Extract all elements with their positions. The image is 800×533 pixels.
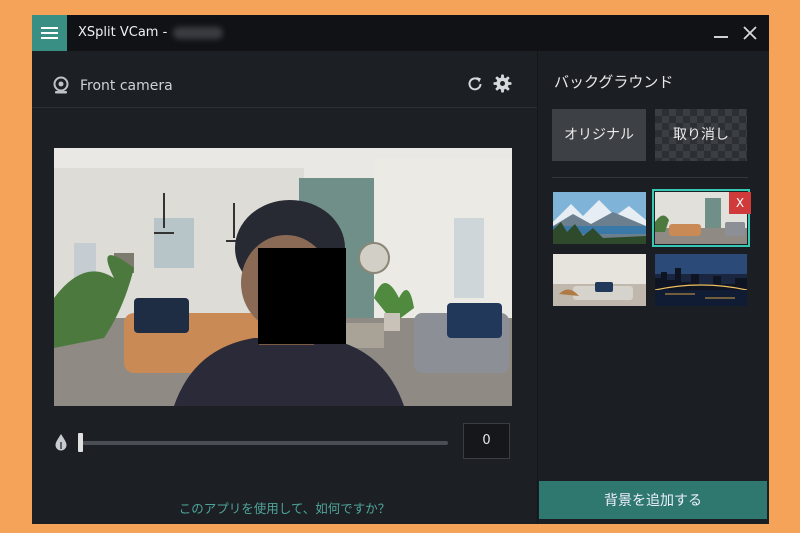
window-title-text: XSplit VCam - (78, 25, 168, 40)
hamburger-icon (41, 27, 58, 29)
minimize-button[interactable] (714, 36, 728, 38)
refresh-icon[interactable] (466, 75, 484, 93)
background-panel: バックグラウンド オリジナル 取り消し X 背景を追加する (537, 51, 769, 524)
menu-button[interactable] (32, 15, 67, 51)
close-icon[interactable] (740, 23, 760, 43)
blur-drop-icon (55, 434, 67, 451)
redacted-account (173, 26, 224, 39)
add-background-button[interactable]: 背景を追加する (539, 481, 767, 519)
background-thumbnail-city-night-bridge[interactable] (655, 254, 747, 306)
remove-background-button[interactable]: X (729, 192, 751, 214)
blur-value-input[interactable] (463, 423, 510, 459)
background-thumbnail-mountain-lake[interactable] (553, 192, 646, 244)
blur-slider-handle[interactable] (78, 433, 83, 452)
preview-image (54, 148, 512, 406)
app-window: XSplit VCam - Front camera 0 このアプリを使用して、… (32, 15, 769, 524)
window-title: XSplit VCam - (78, 25, 224, 40)
blur-slider-row (32, 423, 537, 463)
background-title: バックグラウンド (554, 73, 674, 91)
gear-icon[interactable] (493, 74, 512, 93)
background-thumbnail-living-room-sofa[interactable] (553, 254, 646, 306)
camera-preview (54, 148, 512, 406)
original-button[interactable]: オリジナル (552, 109, 646, 161)
undo-button[interactable]: 取り消し (655, 109, 747, 161)
camera-panel: Front camera 0 このアプリを使用して、如何ですか？ (32, 51, 537, 524)
camera-name[interactable]: Front camera (80, 78, 173, 94)
feedback-link[interactable]: このアプリを使用して、如何ですか？ (32, 498, 537, 517)
blur-slider-track[interactable] (78, 441, 448, 445)
title-bar: XSplit VCam - (32, 15, 769, 51)
divider (552, 177, 748, 178)
camera-header: Front camera (32, 51, 537, 108)
webcam-icon (53, 76, 69, 94)
